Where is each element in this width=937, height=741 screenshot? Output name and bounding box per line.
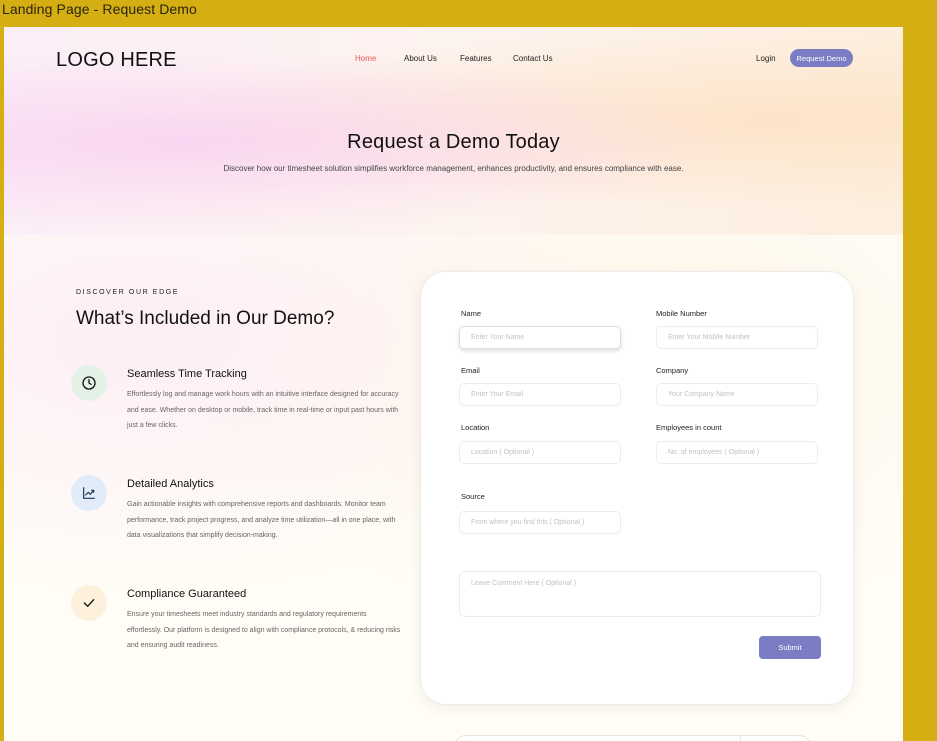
bottom-card-partial bbox=[454, 735, 811, 741]
mobile-number-input[interactable]: Enter Your Mobile Number bbox=[656, 326, 818, 349]
demo-request-form: Name Enter Your Name Mobile Number Enter… bbox=[420, 271, 854, 705]
comment-textarea[interactable]: Leave Comment Here ( Optional ) bbox=[459, 571, 821, 617]
logo[interactable]: LOGO HERE bbox=[56, 49, 177, 72]
section-title: What’s Included in Our Demo? bbox=[76, 308, 335, 329]
clock-icon bbox=[71, 365, 107, 401]
name-input[interactable]: Enter Your Name bbox=[459, 326, 621, 349]
chart-trend-icon bbox=[71, 475, 107, 511]
feature-desc-compliance: Ensure your timesheets meet industry sta… bbox=[127, 611, 401, 649]
company-label: Company bbox=[656, 366, 689, 375]
employees-count-label: Employees in count bbox=[656, 423, 722, 432]
name-label: Name bbox=[461, 309, 482, 318]
nav-contact-us[interactable]: Contact Us bbox=[513, 54, 553, 63]
feature-desc-time-tracking: Effortlessly log and manage work hours w… bbox=[127, 391, 399, 429]
section-eyebrow: DISCOVER OUR EDGE bbox=[76, 289, 180, 296]
employees-count-input[interactable]: No .of employees ( Optional ) bbox=[656, 441, 818, 464]
submit-button[interactable]: Submit bbox=[759, 636, 821, 659]
bottom-card-divider bbox=[740, 736, 741, 741]
source-label: Source bbox=[461, 492, 485, 501]
nav-home[interactable]: Home bbox=[355, 54, 376, 63]
checkmark-icon bbox=[71, 585, 107, 621]
landing-page-canvas: LOGO HERE Home About Us Features Contact… bbox=[4, 27, 903, 741]
feature-title-time-tracking: Seamless Time Tracking bbox=[127, 368, 247, 380]
source-input[interactable]: From where you find this ( Optional ) bbox=[459, 511, 621, 534]
mobile-number-label: Mobile Number bbox=[656, 309, 707, 318]
feature-title-analytics: Detailed Analytics bbox=[127, 478, 214, 490]
email-input[interactable]: Enter Your Email bbox=[459, 383, 621, 406]
company-input[interactable]: Your Company Name bbox=[656, 383, 818, 406]
feature-desc-analytics: Gain actionable insights with comprehens… bbox=[127, 501, 396, 539]
request-demo-button[interactable]: Request Demo bbox=[790, 49, 853, 67]
location-label: Location bbox=[461, 423, 490, 432]
email-label: Email bbox=[461, 366, 480, 375]
hero-title: Request a Demo Today bbox=[347, 131, 560, 153]
nav-about-us[interactable]: About Us bbox=[404, 54, 437, 63]
hero-subtitle: Discover how our timesheet solution simp… bbox=[223, 164, 684, 173]
login-link[interactable]: Login bbox=[756, 54, 776, 63]
nav-features[interactable]: Features bbox=[460, 54, 492, 63]
location-input[interactable]: Location ( Optional ) bbox=[459, 441, 621, 464]
frame-title: Landing Page - Request Demo bbox=[2, 1, 197, 17]
feature-title-compliance: Compliance Guaranteed bbox=[127, 588, 247, 600]
